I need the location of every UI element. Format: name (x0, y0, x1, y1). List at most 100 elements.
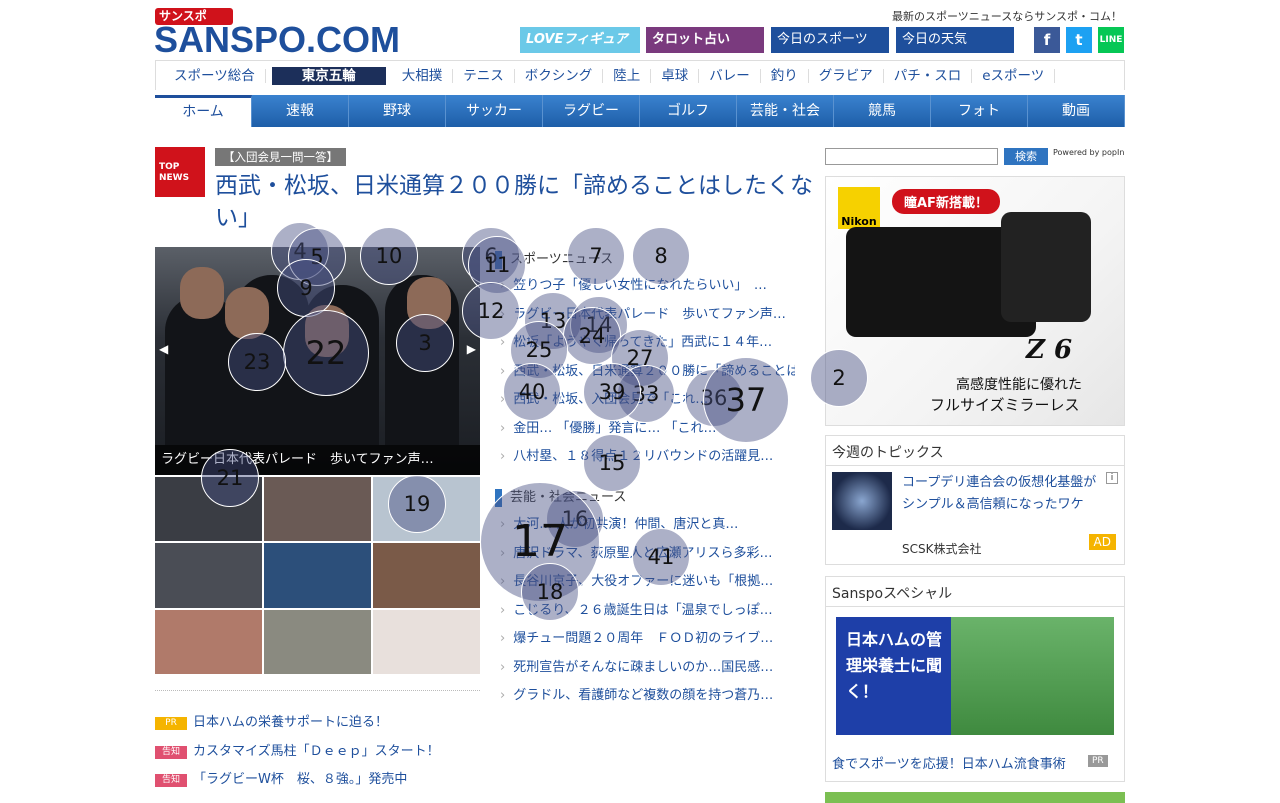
main-nav: ホーム 速報 野球 サッカー ラグビー ゴルフ 芸能・社会 競馬 フォト 動画 (155, 95, 1125, 127)
subnav-fishing[interactable]: 釣り (761, 68, 809, 83)
nav-baseball[interactable]: 野球 (349, 95, 446, 127)
pr-link[interactable]: PR 日本ハムの栄養サポートに迫る！ (155, 709, 480, 738)
site-logo[interactable]: SANSPO.COM (154, 22, 400, 58)
category-subnav: スポーツ総合 東京五輪 大相撲 テニス ボクシング 陸上 卓球 バレー 釣り グ… (155, 60, 1125, 90)
tarot-button[interactable]: タロット占い (646, 27, 764, 53)
thumbnail[interactable] (264, 609, 371, 674)
marker: 41 (632, 528, 690, 586)
hero-prev-icon[interactable]: ◀ (159, 342, 168, 356)
marker: 39 (583, 363, 641, 421)
marker: 12 (462, 282, 520, 340)
line-icon[interactable]: LINE (1098, 27, 1124, 53)
special-banner-text: 日本ハムの管理栄養士に聞く！ (846, 630, 943, 701)
marker: 7 (567, 227, 625, 285)
twitter-icon[interactable]: t (1066, 27, 1092, 53)
marker: 10 (360, 227, 418, 285)
love-figure-button[interactable]: LOVEフィギュア (520, 27, 640, 53)
subnav-volleyball[interactable]: バレー (699, 68, 761, 83)
nav-rugby[interactable]: ラグビー (543, 95, 640, 127)
subnav-sports-general[interactable]: スポーツ総合 (164, 68, 266, 83)
pr-link-text[interactable]: 日本ハムの栄養サポートに迫る！ (193, 715, 388, 730)
marker: 18 (521, 563, 579, 621)
pr-links: PR 日本ハムの栄養サポートに迫る！ 告知 カスタマイズ馬柱「Ｄｅｅｐ」スタート！ … (155, 690, 480, 795)
notice-link-text[interactable]: 「ラグビーW杯 桜、８強。」発売中 (193, 772, 407, 787)
list-item[interactable]: 死刑宣告がそんなに疎ましいのか…国民感… (500, 654, 795, 683)
facebook-icon[interactable]: f (1034, 27, 1060, 53)
pr-badge: PR (1088, 755, 1108, 767)
todays-sports-button[interactable]: 今日のスポーツ (771, 27, 889, 53)
sanspo-special: Sanspoスペシャル 日本ハムの管理栄養士に聞く！ 食でスポーツを応援！日本ハ… (825, 576, 1125, 782)
subnav-table-tennis[interactable]: 卓球 (651, 68, 700, 83)
nikon-copy: 高感度性能に優れた (956, 377, 1082, 393)
thumbnail[interactable] (373, 543, 480, 608)
notice-tag: 告知 (155, 774, 187, 787)
notice-tag: 告知 (155, 745, 187, 759)
nikon-ad[interactable]: Nikon 瞳AF新搭載！ Z 6 高感度性能に優れた フルサイズミラーレス (825, 176, 1125, 426)
topic-headline[interactable]: コープデリ連合会の仮想化基盤がシンプル＆高信頼になったワケ (902, 472, 1102, 516)
nav-entertainment[interactable]: 芸能・社会 (737, 95, 834, 127)
marker: 15 (583, 434, 641, 492)
powered-by-popin[interactable]: Powered by popIn (1053, 148, 1124, 157)
nikon-logo: Nikon (838, 187, 880, 229)
lens-image (1001, 212, 1091, 322)
nikon-promo: 瞳AF新搭載！ (892, 189, 1000, 214)
special-link[interactable]: 食でスポーツを応援！日本ハム流食事術 (832, 753, 1066, 772)
subnav-sumo[interactable]: 大相撲 (392, 68, 454, 83)
subnav-boxing[interactable]: ボクシング (515, 68, 604, 83)
site-tagline: 最新のスポーツニュースならサンスポ・コム！ (891, 10, 1122, 23)
top-news-badge: TOP NEWS (155, 147, 205, 197)
thumbnail[interactable] (264, 543, 371, 608)
subnav-athletics[interactable]: 陸上 (603, 68, 652, 83)
notice-link-text[interactable]: カスタマイズ馬柱「Ｄｅｅｐ」スタート！ (193, 744, 440, 759)
todays-weather-button[interactable]: 今日の天気 (896, 27, 1014, 53)
nikon-model: Z 6 (1026, 335, 1073, 365)
thumbnail[interactable] (373, 609, 480, 674)
thumbnail[interactable] (264, 477, 371, 542)
marker: 37 (703, 357, 789, 443)
subnav-gravure[interactable]: グラビア (809, 68, 884, 83)
special-title: Sanspoスペシャル (826, 577, 1124, 607)
nikon-copy: フルサイズミラーレス (930, 396, 1080, 414)
nav-golf[interactable]: ゴルフ (640, 95, 737, 127)
subnav-esports[interactable]: eスポーツ (972, 68, 1056, 83)
subnav-tokyo-olympics[interactable]: 東京五輪 (271, 66, 386, 85)
thumbnail[interactable] (155, 543, 262, 608)
search-button[interactable]: 検索 (1004, 148, 1048, 165)
ad-badge: AD (1088, 534, 1116, 550)
list-item[interactable]: 爆チュー問題２０周年 ＦＯＤ初のライブ… (500, 625, 795, 654)
search-input[interactable] (825, 148, 998, 165)
marker: 9 (277, 259, 335, 317)
nav-photo[interactable]: フォト (931, 95, 1028, 127)
special-banner-photo (951, 617, 1114, 735)
nav-soccer[interactable]: サッカー (446, 95, 543, 127)
hero-next-icon[interactable]: ▶ (467, 342, 476, 356)
marker: 23 (228, 333, 286, 391)
nav-horse-racing[interactable]: 競馬 (834, 95, 931, 127)
list-item[interactable]: 八村塁、１８得点１２リバウンドの活躍見… (500, 443, 795, 472)
article-tag: 【入団会見一問一答】 (215, 148, 346, 166)
special-banner[interactable]: 日本ハムの管理栄養士に聞く！ (836, 617, 1114, 735)
topic-image[interactable] (832, 472, 892, 530)
pr-tag: PR (155, 717, 187, 730)
nav-video[interactable]: 動画 (1028, 95, 1125, 127)
topics-title: 今週のトピックス (826, 436, 1124, 466)
bottom-ad[interactable] (825, 792, 1125, 803)
marker: 22 (283, 310, 369, 396)
subnav-tennis[interactable]: テニス (453, 68, 515, 83)
marker: 19 (388, 475, 446, 533)
info-icon[interactable]: i (1106, 472, 1118, 484)
list-item[interactable]: グラドル、看護師など複数の顔を持つ蒼乃… (500, 682, 795, 711)
thumbnail[interactable] (155, 609, 262, 674)
notice-link[interactable]: 告知 カスタマイズ馬柱「Ｄｅｅｐ」スタート！ (155, 738, 480, 767)
marker: 21 (201, 449, 259, 507)
marker: 40 (503, 363, 561, 421)
nav-home[interactable]: ホーム (155, 95, 252, 127)
marker: 3 (396, 314, 454, 372)
topic-sponsor: SCSK株式会社 (902, 542, 982, 556)
marker: 8 (632, 227, 690, 285)
nav-breaking[interactable]: 速報 (252, 95, 349, 127)
marker: 2 (810, 349, 868, 407)
weekly-topics: 今週のトピックス コープデリ連合会の仮想化基盤がシンプル＆高信頼になったワケ S… (825, 435, 1125, 565)
subnav-pachi-slot[interactable]: パチ・スロ (884, 68, 973, 83)
notice-link[interactable]: 告知 「ラグビーW杯 桜、８強。」発売中 (155, 766, 480, 795)
